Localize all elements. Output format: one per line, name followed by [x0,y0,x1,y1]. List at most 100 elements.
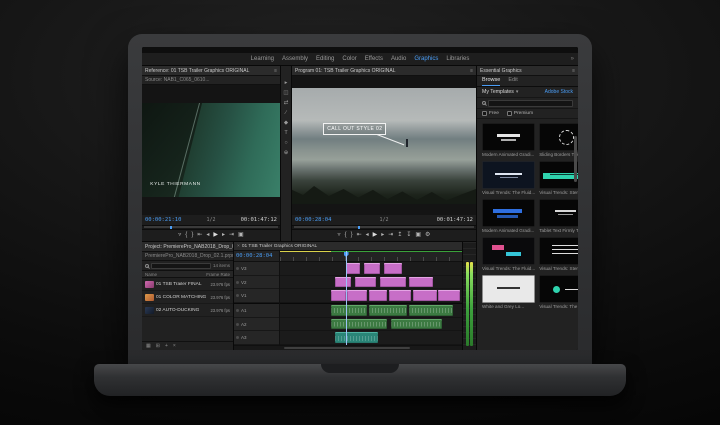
mark-out-icon[interactable]: } [351,232,353,238]
source-monitor-tab[interactable]: Reference: 01 TSB Trailer Graphics ORIGI… [145,68,249,74]
timeline-clip[interactable] [347,290,367,301]
go-to-out-icon[interactable]: ⇥ [388,232,393,238]
timeline-clip[interactable] [438,290,460,301]
callout-title-overlay[interactable]: CALL OUT STYLE 02 [323,123,386,135]
template-thumbnail[interactable] [539,275,578,303]
workspace-tab-editing[interactable]: Editing [316,56,334,62]
workspace-tab-graphics[interactable]: Graphics [414,56,438,62]
track-toggle-icon[interactable] [236,336,239,339]
templates-search-input[interactable] [488,100,573,107]
track-header-a3[interactable]: A3 [234,331,279,345]
tab-edit[interactable]: Edit [508,77,517,86]
source-video-frame[interactable]: KYLE THIERMANN [142,103,280,197]
templates-scrollbar[interactable] [574,136,577,182]
track-header-a2[interactable]: A2 [234,318,279,332]
timeline-ruler[interactable] [280,251,462,262]
project-breadcrumb[interactable]: PremierePro_NAB2018_Drop_02.1.prproj [145,253,233,259]
workspace-tab-assembly[interactable]: Assembly [282,56,308,62]
track-header-v1[interactable]: V1 [234,289,279,303]
timeline-horizontal-scrollbar[interactable] [234,345,462,350]
timeline-clip[interactable] [335,277,351,288]
program-scrub-playhead[interactable] [358,226,360,229]
project-panel-tab[interactable]: Project: PremierePro_NAB2018_Drop_02.1 [145,244,233,250]
program-video-frame[interactable]: CALL OUT STYLE 02 [292,88,476,204]
timeline-clip[interactable] [331,319,387,330]
zoom-tool-icon[interactable]: ⊕ [284,150,289,156]
play-icon[interactable]: ▶ [373,232,378,238]
sequence-tab[interactable]: 01 TSB Trailer Graphics ORIGINAL [242,244,317,249]
step-forward-icon[interactable]: ▸ [381,232,384,238]
timeline-clip[interactable] [391,319,442,330]
program-playback-resolution[interactable]: 1/2 [379,217,388,223]
track-toggle-icon[interactable] [236,267,239,270]
source-scrubber[interactable] [142,225,280,230]
hand-tool-icon[interactable]: ○ [284,140,287,146]
template-thumbnail[interactable] [539,199,578,227]
template-item[interactable]: Modern Animated Gradi... [482,123,535,157]
template-item[interactable]: Visual Trends: The Fluid... [539,275,578,309]
timeline-clip[interactable] [355,277,377,288]
timeline-playhead[interactable] [346,251,347,345]
timeline-clip[interactable] [369,290,387,301]
add-marker-icon[interactable]: ▿ [178,232,181,238]
program-monitor-tab[interactable]: Program 01: TSB Trailer Graphics ORIGINA… [295,68,396,74]
workspace-tab-color[interactable]: Color [342,56,356,62]
project-search-input[interactable] [151,263,211,269]
source-clip-tab[interactable]: Source: NAB1_C065_0610... [145,77,210,83]
mark-in-icon[interactable]: { [345,232,347,238]
scrollbar-thumb[interactable] [284,347,409,349]
timeline-clip[interactable] [346,263,361,274]
export-frame-icon[interactable]: ▣ [415,232,421,238]
timeline-track-a2[interactable] [280,318,462,332]
template-thumbnail[interactable] [539,123,578,151]
list-view-icon[interactable]: ▦ [146,343,151,349]
track-header-v3[interactable]: V3 [234,262,279,276]
razor-tool-icon[interactable]: ∕ [286,110,287,116]
column-header-frame-rate[interactable]: Frame Rate [206,272,230,277]
template-item[interactable]: Visual Trends: The Fluid... [482,237,535,271]
template-item[interactable]: Visual Trends: The Fluid... [482,161,535,195]
monitor-settings-icon[interactable]: ⚙ [425,232,430,238]
track-toggle-icon[interactable] [236,281,239,284]
step-forward-icon[interactable]: ▸ [222,232,225,238]
template-thumbnail[interactable] [482,199,535,227]
mark-in-icon[interactable]: { [185,232,187,238]
timeline-clip[interactable] [409,305,453,316]
ripple-edit-tool-icon[interactable]: ⇄ [284,100,289,106]
go-to-in-icon[interactable]: ⇤ [197,232,202,238]
workspace-tab-audio[interactable]: Audio [391,56,406,62]
filter-free-checkbox[interactable]: Free [482,111,499,116]
go-to-out-icon[interactable]: ⇥ [229,232,234,238]
workspace-tab-libraries[interactable]: Libraries [446,56,469,62]
play-icon[interactable]: ▶ [213,232,218,238]
template-thumbnail[interactable] [482,123,535,151]
timeline-clip[interactable] [369,305,407,316]
timeline-clip[interactable] [364,263,380,274]
timeline-track-a1[interactable] [280,303,462,318]
selection-tool-icon[interactable]: ▸ [285,80,288,86]
template-item[interactable]: Sliding Borders Title Pack [539,123,578,157]
template-thumbnail[interactable] [482,237,535,265]
timeline-clip[interactable] [380,277,405,288]
delete-item-icon[interactable]: × [173,343,176,349]
workspace-tab-effects[interactable]: Effects [365,56,383,62]
source-playback-resolution[interactable]: 1/2 [206,217,215,223]
templates-source-dropdown[interactable]: My Templates ▾ [482,89,518,95]
mark-out-icon[interactable]: } [191,232,193,238]
panel-menu-icon[interactable]: ≡ [274,68,277,74]
project-row[interactable]: 02 AUTO-DUCKING 23.976 fps [142,304,233,317]
project-row[interactable]: 01 TSB Trailer FINAL 23.976 fps [142,278,233,291]
project-row[interactable]: 01 COLOR MATCHING 23.976 fps [142,291,233,304]
go-to-in-icon[interactable]: ⇤ [357,232,362,238]
track-toggle-icon[interactable] [236,323,239,326]
lift-icon[interactable]: ↥ [397,232,402,238]
timeline-clip[interactable] [389,290,411,301]
timeline-track-v2[interactable] [280,276,462,290]
timeline-clip[interactable] [384,263,402,274]
adobe-stock-link[interactable]: Adobe Stock [544,89,573,95]
track-header-v2[interactable]: V2 [234,276,279,290]
slip-tool-icon[interactable]: ◆ [284,120,288,126]
source-scrub-playhead[interactable] [170,226,172,229]
timeline-clip[interactable] [331,305,367,316]
template-thumbnail[interactable] [539,237,578,265]
